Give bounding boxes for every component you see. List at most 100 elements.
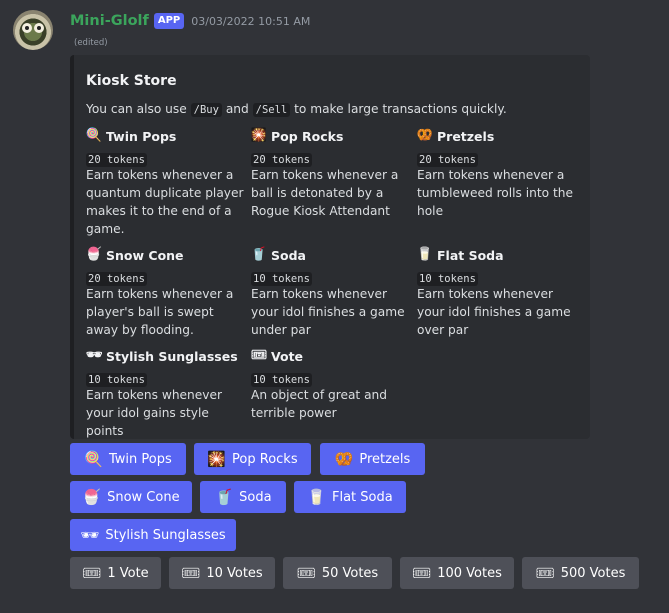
cup-with-straw-icon: 🥤: [250, 247, 268, 262]
embed-description: You can also use /Buy and /Sell to make …: [86, 102, 507, 117]
field-tokens: 10 tokens: [417, 267, 579, 286]
token-cost: 10 tokens: [251, 373, 312, 387]
ticket-icon: 🎟: [250, 348, 268, 363]
token-cost: 20 tokens: [86, 153, 147, 167]
token-cost: 10 tokens: [417, 272, 478, 286]
button-label: Twin Pops: [108, 451, 172, 467]
embed-field: 🥨 Pretzels 20 tokens Earn tokens whenever a…: [417, 127, 579, 220]
field-tokens: 10 tokens: [251, 368, 413, 387]
embed-field: 🎇 Pop Rocks 20 tokens Earn tokens whenever …: [251, 127, 413, 220]
embed-field: 🕶 Stylish Sunglasses 10 tokens Earn tokens …: [86, 347, 248, 440]
button-label: 500 Votes: [560, 565, 626, 581]
1-vote-button[interactable]: 🎟 1 Vote: [70, 557, 161, 589]
app-badge: APP: [153, 13, 185, 29]
field-tokens: 10 tokens: [86, 368, 248, 387]
field-tokens: 10 tokens: [251, 267, 413, 286]
ticket-icon: 🎟: [181, 564, 201, 582]
field-tokens: 20 tokens: [417, 148, 579, 167]
field-name: 🥛 Flat Soda: [417, 246, 579, 264]
shaved-ice-icon: 🍧: [85, 247, 103, 262]
field-tokens: 20 tokens: [251, 148, 413, 167]
button-label: 50 Votes: [321, 565, 379, 581]
field-name: 🥨 Pretzels: [417, 127, 579, 145]
field-name: 🕶 Stylish Sunglasses: [86, 347, 248, 365]
field-title: Flat Soda: [437, 247, 504, 263]
ticket-icon: 🎟: [412, 564, 432, 582]
100-votes-button[interactable]: 🎟 100 Votes: [400, 557, 514, 589]
button-label: Flat Soda: [331, 489, 393, 505]
embed-title: Kiosk Store: [86, 73, 177, 89]
sparkler-icon: 🎇: [207, 450, 227, 468]
ticket-icon: 🎟: [535, 564, 555, 582]
field-description: Earn tokens whenever your idol finishes …: [417, 287, 571, 337]
button-label: Soda: [239, 489, 272, 505]
desc-and: and: [225, 102, 249, 116]
field-name: 🍭 Twin Pops: [86, 127, 248, 145]
field-name: 🎟 Vote: [251, 347, 413, 365]
message-header: Mini-Glolf APP 03/03/2022 10:51 AM: [70, 11, 310, 31]
token-cost: 10 tokens: [86, 373, 147, 387]
ticket-icon: 🎟: [82, 564, 102, 582]
button-label: 100 Votes: [437, 565, 502, 581]
pretzel-icon: 🥨: [416, 128, 434, 143]
pretzels-button[interactable]: 🥨 Pretzels: [320, 443, 425, 475]
embed-field: 🍧 Snow Cone 20 tokens Earn tokens whenever …: [86, 246, 248, 339]
10-votes-button[interactable]: 🎟 10 Votes: [169, 557, 275, 589]
stylish-sunglasses-button[interactable]: 🕶 Stylish Sunglasses: [70, 519, 236, 551]
field-title: Stylish Sunglasses: [106, 348, 238, 364]
ticket-icon: 🎟: [296, 564, 316, 582]
sell-command: /Sell: [252, 103, 291, 117]
popsicle-icon: 🍭: [85, 128, 103, 143]
field-title: Vote: [271, 348, 304, 364]
field-description: Earn tokens whenever a tumbleweed rolls …: [417, 168, 573, 218]
embed-field: 🥛 Flat Soda 10 tokens Earn tokens whenever …: [417, 246, 579, 339]
token-cost: 10 tokens: [251, 272, 312, 286]
desc-prefix: You can also use: [86, 102, 187, 116]
field-name: 🍧 Snow Cone: [86, 246, 248, 264]
glass-icon: 🥛: [307, 488, 326, 506]
twin-pops-button[interactable]: 🍭 Twin Pops: [70, 443, 186, 475]
token-cost: 20 tokens: [417, 153, 478, 167]
sunglasses-icon: 🕶: [85, 348, 103, 363]
button-label: 10 Votes: [206, 565, 263, 581]
sparkler-icon: 🎇: [250, 128, 268, 143]
shaved-ice-icon: 🍧: [82, 488, 102, 506]
button-label: Pop Rocks: [232, 451, 298, 467]
embed-field: 🎟 Vote 10 tokens An object of great and ter…: [251, 347, 413, 422]
token-cost: 20 tokens: [251, 153, 312, 167]
field-tokens: 20 tokens: [86, 267, 248, 286]
avatar[interactable]: [13, 10, 53, 50]
embed-field: 🍭 Twin Pops 20 tokens Earn tokens whenever …: [86, 127, 248, 238]
avatar-left-eye: [22, 23, 32, 33]
field-title: Twin Pops: [106, 128, 177, 144]
timestamp: 03/03/2022 10:51 AM: [191, 14, 311, 28]
field-name: 🥤 Soda: [251, 246, 413, 264]
avatar-right-eye: [34, 23, 44, 33]
field-description: Earn tokens whenever your idol gains sty…: [86, 388, 223, 438]
field-title: Pop Rocks: [271, 128, 344, 144]
50-votes-button[interactable]: 🎟 50 Votes: [283, 557, 392, 589]
500-votes-button[interactable]: 🎟 500 Votes: [522, 557, 639, 589]
button-label: 1 Vote: [107, 565, 149, 581]
field-description: An object of great and terrible power: [251, 388, 388, 420]
soda-button[interactable]: 🥤 Soda: [200, 481, 286, 513]
field-description: Earn tokens whenever a player's ball is …: [86, 287, 234, 337]
token-cost: 20 tokens: [86, 272, 147, 286]
username[interactable]: Mini-Glolf: [70, 13, 149, 29]
pretzel-icon: 🥨: [334, 450, 354, 468]
sunglasses-icon: 🕶: [80, 526, 100, 544]
button-label: Snow Cone: [107, 489, 180, 505]
cup-with-straw-icon: 🥤: [214, 488, 234, 506]
embed-kiosk-store: Kiosk Store You can also use /Buy and /S…: [70, 55, 590, 439]
field-tokens: 20 tokens: [86, 148, 248, 167]
field-title: Snow Cone: [106, 247, 184, 263]
embed-field: 🥤 Soda 10 tokens Earn tokens whenever your …: [251, 246, 413, 339]
snow-cone-button[interactable]: 🍧 Snow Cone: [70, 481, 192, 513]
button-label: Stylish Sunglasses: [105, 527, 226, 543]
desc-suffix: to make large transactions quickly.: [294, 102, 507, 116]
flat-soda-button[interactable]: 🥛 Flat Soda: [294, 481, 406, 513]
field-description: Earn tokens whenever your idol finishes …: [251, 287, 405, 337]
pop-rocks-button[interactable]: 🎇 Pop Rocks: [194, 443, 311, 475]
popsicle-icon: 🍭: [84, 450, 103, 468]
field-title: Soda: [271, 247, 306, 263]
